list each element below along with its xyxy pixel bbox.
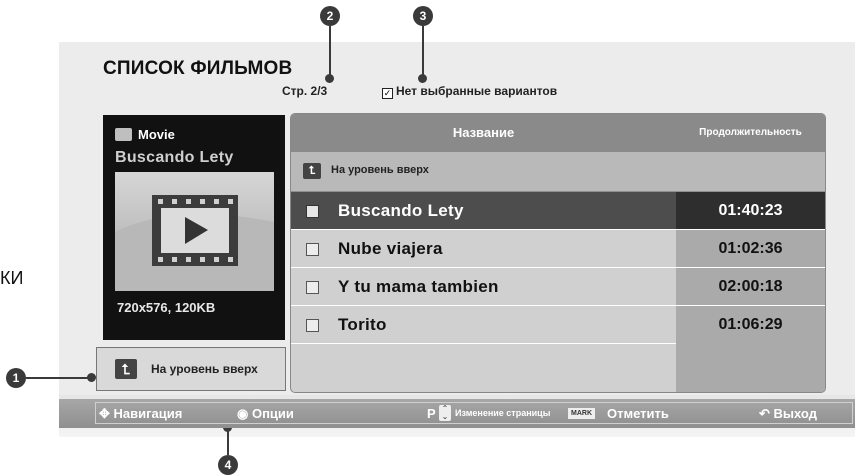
list-item[interactable]: Nube viajera 01:02:36 xyxy=(291,230,825,268)
callout-1: 1 xyxy=(6,368,26,388)
bottom-help-bar: ✥ Навигация ◉ Опции P ⌃ ⌄ Изменение стран… xyxy=(59,399,855,428)
list-up-row[interactable]: ⮤ На уровень вверх xyxy=(291,152,825,192)
column-header-duration: Продолжительность xyxy=(699,127,802,138)
page-indicator: Стр. 2/3 xyxy=(282,84,328,98)
row-checkbox[interactable] xyxy=(306,243,319,256)
folder-up-icon: ⮤ xyxy=(115,359,137,379)
preview-title: Buscando Lety xyxy=(115,149,234,166)
preview-file-info: 720x576, 120KB xyxy=(117,300,216,315)
callout-3-dot xyxy=(418,74,427,83)
navigation-label: Навигация xyxy=(113,406,183,421)
exit-hint: ↶ Выход xyxy=(759,399,817,428)
movie-duration: 02:00:18 xyxy=(676,268,825,305)
navigation-hint: ✥ Навигация xyxy=(99,399,182,428)
preview-panel: Movie Buscando Lety 720x576, 120KB xyxy=(103,115,285,340)
movie-duration: 01:06:29 xyxy=(676,306,825,343)
options-label: Опции xyxy=(251,406,294,421)
movie-name: Y tu mama tambien xyxy=(338,277,499,296)
selection-status: Нет выбранные вариантов xyxy=(396,84,558,98)
list-item[interactable]: Torito 01:06:29 xyxy=(291,306,825,344)
exit-label: Выход xyxy=(773,406,817,421)
callout-3-leader xyxy=(422,26,424,78)
list-header: Название Продолжительность xyxy=(291,114,825,152)
callout-1-leader xyxy=(26,377,90,379)
row-checkbox[interactable] xyxy=(306,281,319,294)
list-up-row-label: На уровень вверх xyxy=(331,164,429,176)
empty-duration-cell xyxy=(676,343,825,392)
movie-name: Nube viajera xyxy=(338,239,443,258)
movie-duration: 01:40:23 xyxy=(676,192,825,229)
folder-up-icon: ⮤ xyxy=(303,163,321,179)
callout-1-dot xyxy=(87,373,96,382)
movie-duration: 01:02:36 xyxy=(676,230,825,267)
mark-key-icon: MARK xyxy=(568,408,595,419)
navigation-arrows-icon: ✥ xyxy=(99,406,110,421)
go-up-button[interactable]: ⮤ На уровень вверх xyxy=(96,347,286,391)
film-play-icon xyxy=(115,195,274,291)
column-header-name: Название xyxy=(452,125,515,140)
mark-label: Отметить xyxy=(607,406,669,421)
go-up-button-label: На уровень вверх xyxy=(151,362,258,376)
preview-type-label: Movie xyxy=(138,127,175,142)
callout-2-dot xyxy=(325,74,334,83)
checkmark-icon: ✓ xyxy=(382,88,393,99)
row-checkbox[interactable] xyxy=(306,319,319,332)
callout-4: 4 xyxy=(218,455,238,475)
callout-2: 2 xyxy=(320,6,340,26)
movie-name: Buscando Lety xyxy=(338,201,464,220)
return-icon: ↶ xyxy=(759,406,770,421)
list-item[interactable]: Buscando Lety 01:40:23 xyxy=(291,192,825,230)
callout-2-leader xyxy=(329,26,331,78)
callout-3: 3 xyxy=(413,6,433,26)
page-updown-icon: ⌃ ⌄ xyxy=(439,405,451,421)
page-change-label: Изменение страницы xyxy=(455,408,551,418)
movie-name: Torito xyxy=(338,315,387,334)
video-thumbnail xyxy=(115,172,274,291)
row-checkbox[interactable] xyxy=(306,205,319,218)
cropped-side-text: КИ xyxy=(0,268,24,288)
movie-list: Название Продолжительность ⮤ На уровень … xyxy=(290,113,826,393)
page-title: СПИСОК ФИЛЬМОВ xyxy=(103,58,293,79)
options-hint: ◉ Опции xyxy=(237,399,294,428)
page-key-label: P xyxy=(427,406,436,421)
movie-folder-icon xyxy=(115,128,132,141)
list-item[interactable]: Y tu mama tambien 02:00:18 xyxy=(291,268,825,306)
ok-button-icon: ◉ xyxy=(237,406,249,421)
